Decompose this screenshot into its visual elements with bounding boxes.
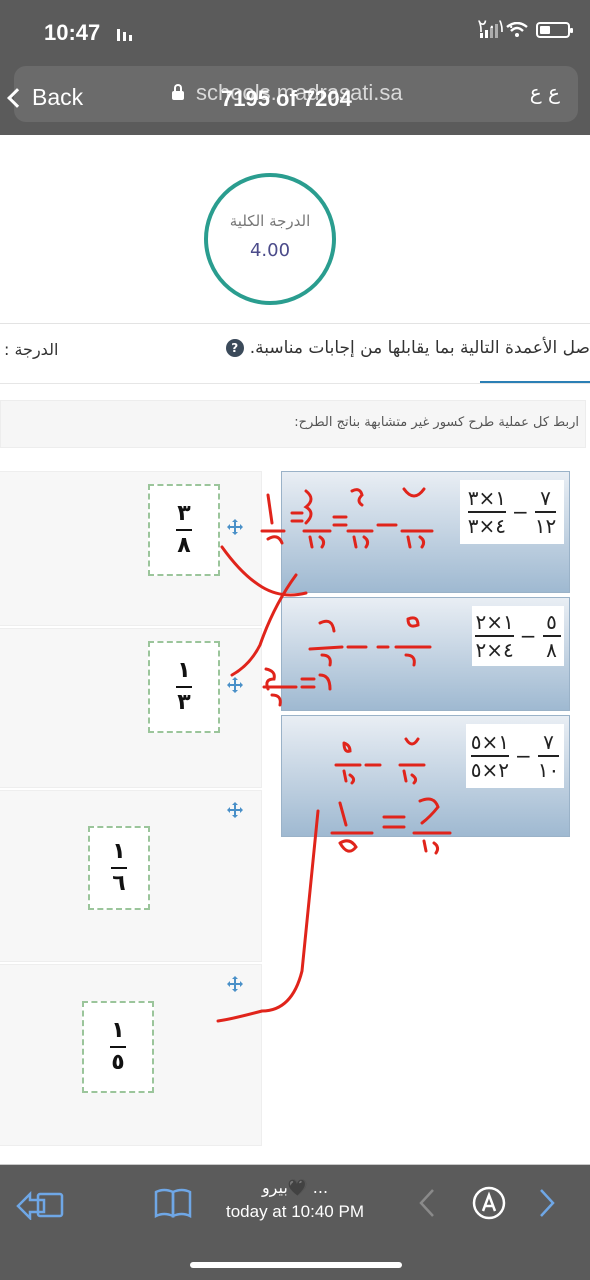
move-icon[interactable] <box>226 676 244 694</box>
chevron-left-icon <box>7 87 27 108</box>
wifi-icon <box>506 22 528 37</box>
fraction-denominator: ٣ <box>177 690 191 715</box>
signal-icon <box>117 27 137 41</box>
fraction-denominator: ٨ <box>177 533 191 558</box>
question-title-text: صل الأعمدة التالية بما يقابلها من إجابات… <box>249 338 590 358</box>
markup-icon[interactable] <box>472 1186 506 1220</box>
answer-fraction[interactable]: ١ ٦ <box>88 826 150 910</box>
question-card: ١×٥ ٢×٥ − ٧ ١٠ <box>281 715 570 837</box>
page-counter: 7195 of 7204 <box>221 86 352 111</box>
help-icon[interactable]: ? <box>225 339 244 357</box>
instruction-box: اربط كل عملية طرح كسور غير متشابهة بناتج… <box>0 400 586 448</box>
battery-icon <box>536 22 573 38</box>
fraction-denominator: ٥ <box>111 1050 125 1075</box>
fraction-a: ٧ ١٢ <box>534 486 557 538</box>
cellular-signal-icon <box>480 22 498 38</box>
question-expression: ١×٥ ٢×٥ − ٧ ١٠ <box>466 724 564 788</box>
fraction-b: ١×٥ ٢×٥ <box>470 730 509 782</box>
question-title: صل الأعمدة التالية بما يقابلها من إجابات… <box>225 338 590 358</box>
fraction-b: ١×٢ ٤×٢ <box>475 610 514 662</box>
fraction-b: ١×٣ ٤×٣ <box>467 486 506 538</box>
fraction-numerator: ٣ <box>177 501 191 526</box>
instruction-text: اربط كل عملية طرح كسور غير متشابهة بناتج… <box>294 415 579 430</box>
fraction-a: ٥٨ <box>542 610 561 662</box>
answer-card[interactable]: ١ ٦ <box>0 790 262 962</box>
divider <box>0 383 590 384</box>
text-size-button[interactable]: ع ع <box>530 80 560 104</box>
home-indicator[interactable] <box>190 1262 402 1268</box>
status-indicators <box>480 22 573 38</box>
fraction-a: ٧ ١٠ <box>537 730 560 782</box>
answer-fraction[interactable]: ٣ ٨ <box>148 484 220 576</box>
chevron-right-icon[interactable] <box>538 1188 556 1218</box>
question-card: ١×٢ ٤×٢ − ٥٨ <box>281 597 570 711</box>
answer-card[interactable]: ١ ٥ <box>0 964 262 1146</box>
total-score-value: 4.00 <box>249 239 291 261</box>
fraction-numerator: ١ <box>112 839 126 864</box>
answer-fraction[interactable]: ١ ٣ <box>148 641 220 733</box>
question-expression: ١×٣ ٤×٣ − ٧ ١٢ <box>460 480 564 544</box>
total-score-circle: الدرجة الكلية 4.00 <box>204 173 336 305</box>
question-card: ١×٣ ٤×٣ − ٧ ١٢ <box>281 471 570 593</box>
answer-fraction[interactable]: ١ ٥ <box>82 1001 154 1093</box>
total-score-label: الدرجة الكلية <box>229 211 311 230</box>
chevron-left-icon[interactable] <box>418 1188 436 1218</box>
grade-label: الدرجة : <box>4 340 59 359</box>
answer-card[interactable]: ١ ٣ <box>0 628 262 788</box>
page-content: الدرجة الكلية 4.00 الدرجة : صل الأعمدة ا… <box>0 135 590 1165</box>
status-time: 10:47 <box>44 20 101 45</box>
fraction-numerator: ١ <box>177 658 191 683</box>
back-button[interactable]: Back <box>7 84 84 111</box>
move-icon[interactable] <box>226 975 244 993</box>
move-icon[interactable] <box>226 801 244 819</box>
question-expression: ١×٢ ٤×٢ − ٥٨ <box>472 606 564 666</box>
move-icon[interactable] <box>226 518 244 536</box>
fraction-numerator: ١ <box>111 1018 125 1043</box>
divider <box>0 323 590 324</box>
fraction-denominator: ٦ <box>112 871 126 896</box>
lock-icon <box>172 84 184 100</box>
back-label: Back <box>32 84 84 110</box>
answer-card[interactable]: ٣ ٨ <box>0 471 262 626</box>
